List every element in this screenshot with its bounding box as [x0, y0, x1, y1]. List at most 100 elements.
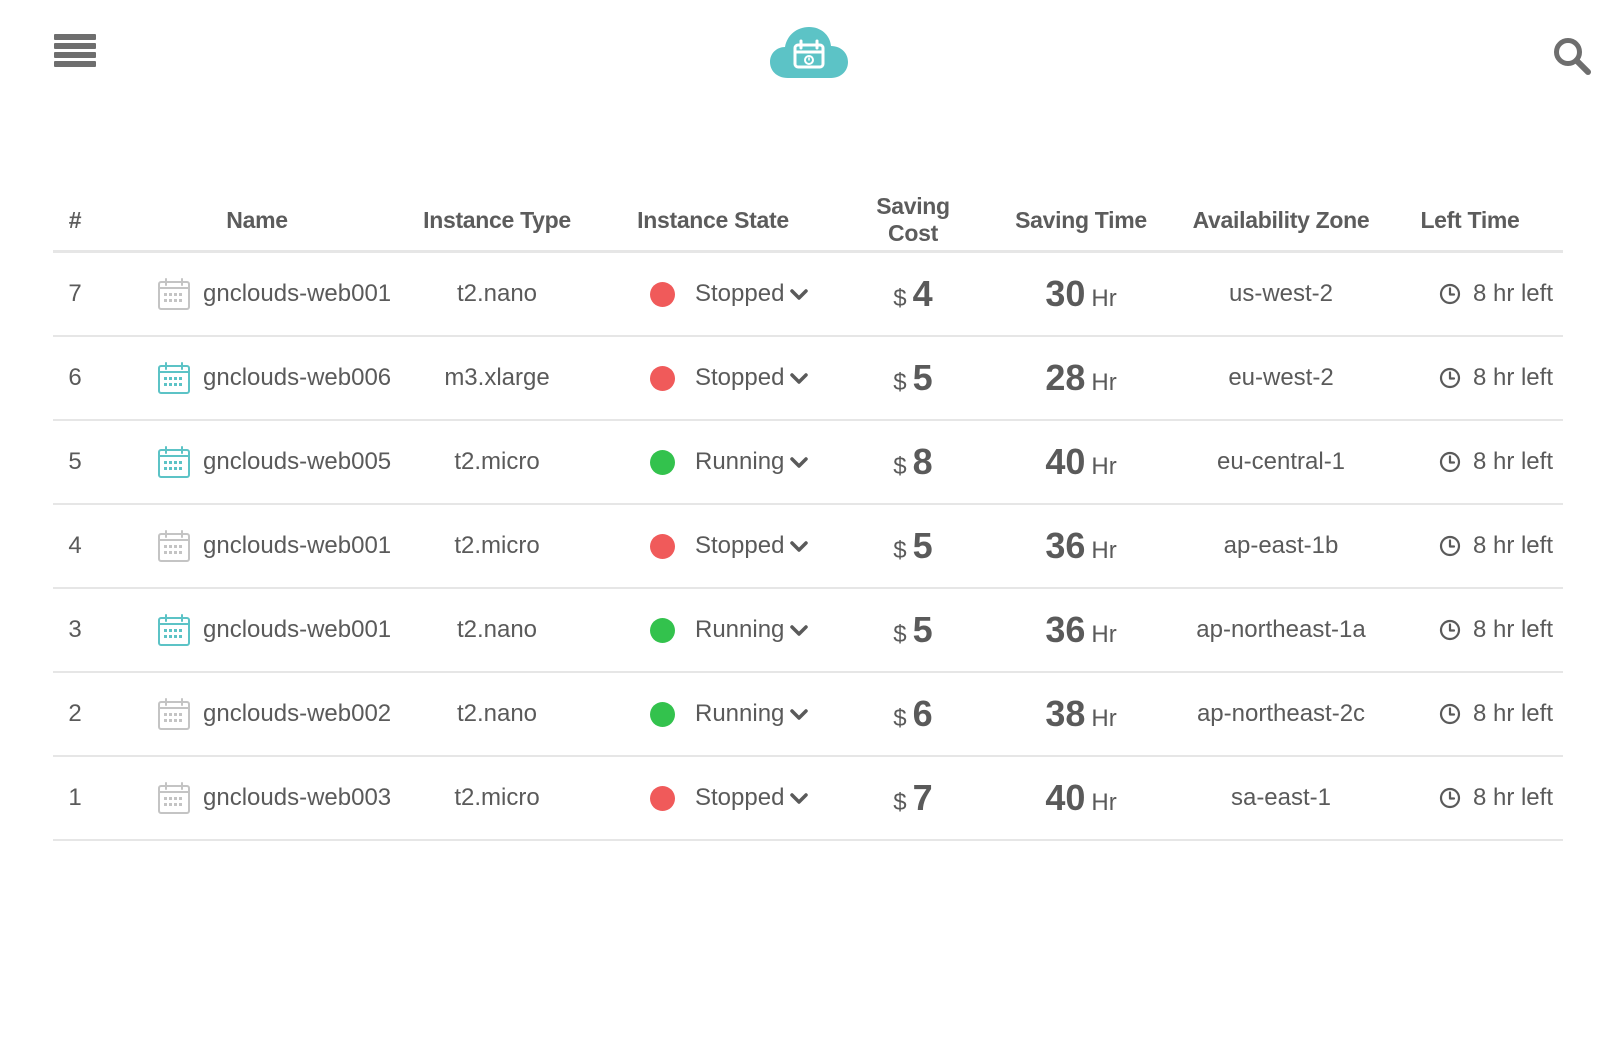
saving-cost-cell: $5	[849, 525, 977, 567]
calendar-icon[interactable]	[157, 277, 191, 311]
saving-cost-value: 6	[912, 693, 933, 734]
clock-icon	[1439, 619, 1461, 641]
status-dot-icon	[650, 365, 675, 391]
instance-type: t2.nano	[456, 700, 538, 727]
instance-name: gnclouds-web005	[203, 448, 392, 475]
column-header-name[interactable]: Name	[97, 207, 417, 234]
instance-name-cell: gnclouds-web001	[97, 529, 417, 563]
instance-state-dropdown[interactable]: Stopped	[695, 280, 809, 308]
currency-symbol: $	[893, 285, 907, 312]
table-row[interactable]: 4 gnclouds-web001 t2.micro Stopped $5 36 Hr ap-…	[53, 505, 1563, 589]
row-number: 6	[68, 364, 82, 391]
row-number: 2	[68, 700, 82, 727]
left-time-text: 8 hr left	[1472, 700, 1553, 727]
left-time-cell: 8 hr left	[1377, 784, 1563, 812]
saving-time-cell: 40 Hr	[977, 441, 1185, 483]
calendar-icon[interactable]	[157, 529, 191, 563]
currency-symbol: $	[893, 789, 907, 816]
instance-name-cell: gnclouds-web001	[97, 277, 417, 311]
chevron-down-icon	[790, 541, 809, 552]
instance-name: gnclouds-web001	[203, 280, 392, 307]
instance-name-cell: gnclouds-web003	[97, 781, 417, 815]
availability-zone: eu-west-2	[1228, 364, 1334, 391]
status-dot-icon	[650, 785, 675, 811]
instance-state-dropdown[interactable]: Stopped	[695, 364, 809, 392]
instance-state-label: Running	[695, 700, 785, 727]
instance-type: m3.xlarge	[444, 364, 550, 391]
table-row[interactable]: 1 gnclouds-web003 t2.micro Stopped $7 40 Hr sa-…	[53, 757, 1563, 841]
availability-zone: eu-central-1	[1216, 448, 1346, 475]
column-header-number[interactable]: #	[53, 207, 97, 234]
instance-type: t2.nano	[456, 280, 538, 307]
table-row[interactable]: 6 gnclouds-web006 m3.xlarge Stopped $5 28 Hr eu…	[53, 337, 1563, 421]
column-header-instance-state[interactable]: Instance State	[577, 207, 849, 234]
saving-time-value: 30	[1045, 273, 1086, 314]
instance-state-dropdown[interactable]: Running	[695, 616, 809, 644]
column-header-saving-time[interactable]: Saving Time	[977, 207, 1185, 234]
availability-zone: ap-northeast-1a	[1196, 616, 1366, 643]
availability-zone: ap-northeast-2c	[1196, 700, 1366, 727]
saving-time-unit: Hr	[1091, 537, 1117, 564]
calendar-icon[interactable]	[157, 361, 191, 395]
saving-time-unit: Hr	[1091, 789, 1117, 816]
saving-cost-value: 5	[912, 525, 933, 566]
calendar-icon[interactable]	[157, 445, 191, 479]
column-header-saving-cost[interactable]: Saving Cost	[849, 193, 977, 247]
instance-type: t2.micro	[454, 784, 540, 811]
saving-cost-cell: $6	[849, 693, 977, 735]
instance-state-label: Stopped	[695, 784, 785, 811]
clock-icon	[1439, 451, 1461, 473]
table-row[interactable]: 7 gnclouds-web001 t2.nano Stopped $4 30 Hr us-w…	[53, 253, 1563, 337]
table-row[interactable]: 5 gnclouds-web005 t2.micro Running $8 40 Hr eu-…	[53, 421, 1563, 505]
chevron-down-icon	[790, 625, 809, 636]
instance-name-cell: gnclouds-web002	[97, 697, 417, 731]
calendar-icon[interactable]	[157, 697, 191, 731]
currency-symbol: $	[893, 453, 907, 480]
instance-name: gnclouds-web002	[203, 700, 392, 727]
currency-symbol: $	[893, 705, 907, 732]
instance-state-dropdown[interactable]: Running	[695, 448, 809, 476]
saving-time-unit: Hr	[1091, 369, 1117, 396]
currency-symbol: $	[893, 621, 907, 648]
left-time-cell: 8 hr left	[1377, 616, 1563, 644]
instance-name-cell: gnclouds-web001	[97, 613, 417, 647]
instance-state-dropdown[interactable]: Stopped	[695, 532, 809, 560]
row-number: 3	[68, 616, 82, 643]
column-header-left-time[interactable]: Left Time	[1377, 207, 1563, 234]
saving-time-unit: Hr	[1091, 705, 1117, 732]
column-header-instance-type[interactable]: Instance Type	[417, 207, 577, 234]
clock-icon	[1439, 787, 1461, 809]
calendar-icon[interactable]	[157, 781, 191, 815]
clock-icon	[1439, 703, 1461, 725]
row-number: 7	[68, 280, 82, 307]
availability-zone: ap-east-1b	[1223, 532, 1339, 559]
saving-cost-cell: $4	[849, 273, 977, 315]
instance-name: gnclouds-web003	[203, 784, 392, 811]
instance-state-cell: Stopped	[577, 364, 849, 392]
instance-state-dropdown[interactable]: Stopped	[695, 784, 809, 812]
chevron-down-icon	[790, 289, 809, 300]
instance-state-dropdown[interactable]: Running	[695, 700, 809, 728]
instance-name-cell: gnclouds-web005	[97, 445, 417, 479]
saving-cost-value: 5	[912, 357, 933, 398]
currency-symbol: $	[893, 369, 907, 396]
table-row[interactable]: 2 gnclouds-web002 t2.nano Running $6 38 Hr ap-n…	[53, 673, 1563, 757]
calendar-icon[interactable]	[157, 613, 191, 647]
saving-time-value: 38	[1045, 693, 1086, 734]
instance-state-label: Running	[695, 448, 785, 475]
status-dot-icon	[650, 281, 675, 307]
instance-state-label: Stopped	[695, 364, 785, 391]
saving-cost-cell: $8	[849, 441, 977, 483]
saving-time-value: 28	[1045, 357, 1086, 398]
cloud-calendar-logo	[770, 27, 848, 78]
column-header-availability-zone[interactable]: Availability Zone	[1185, 207, 1377, 234]
saving-time-cell: 36 Hr	[977, 525, 1185, 567]
top-bar	[0, 0, 1624, 110]
chevron-down-icon	[790, 457, 809, 468]
search-icon[interactable]	[1552, 36, 1592, 76]
table-row[interactable]: 3 gnclouds-web001 t2.nano Running $5 36 Hr ap-n…	[53, 589, 1563, 673]
instances-table: # Name Instance Type Instance State Savi…	[53, 190, 1563, 841]
left-time-cell: 8 hr left	[1377, 364, 1563, 392]
left-time-text: 8 hr left	[1472, 784, 1553, 811]
hamburger-menu-icon[interactable]	[54, 34, 96, 74]
